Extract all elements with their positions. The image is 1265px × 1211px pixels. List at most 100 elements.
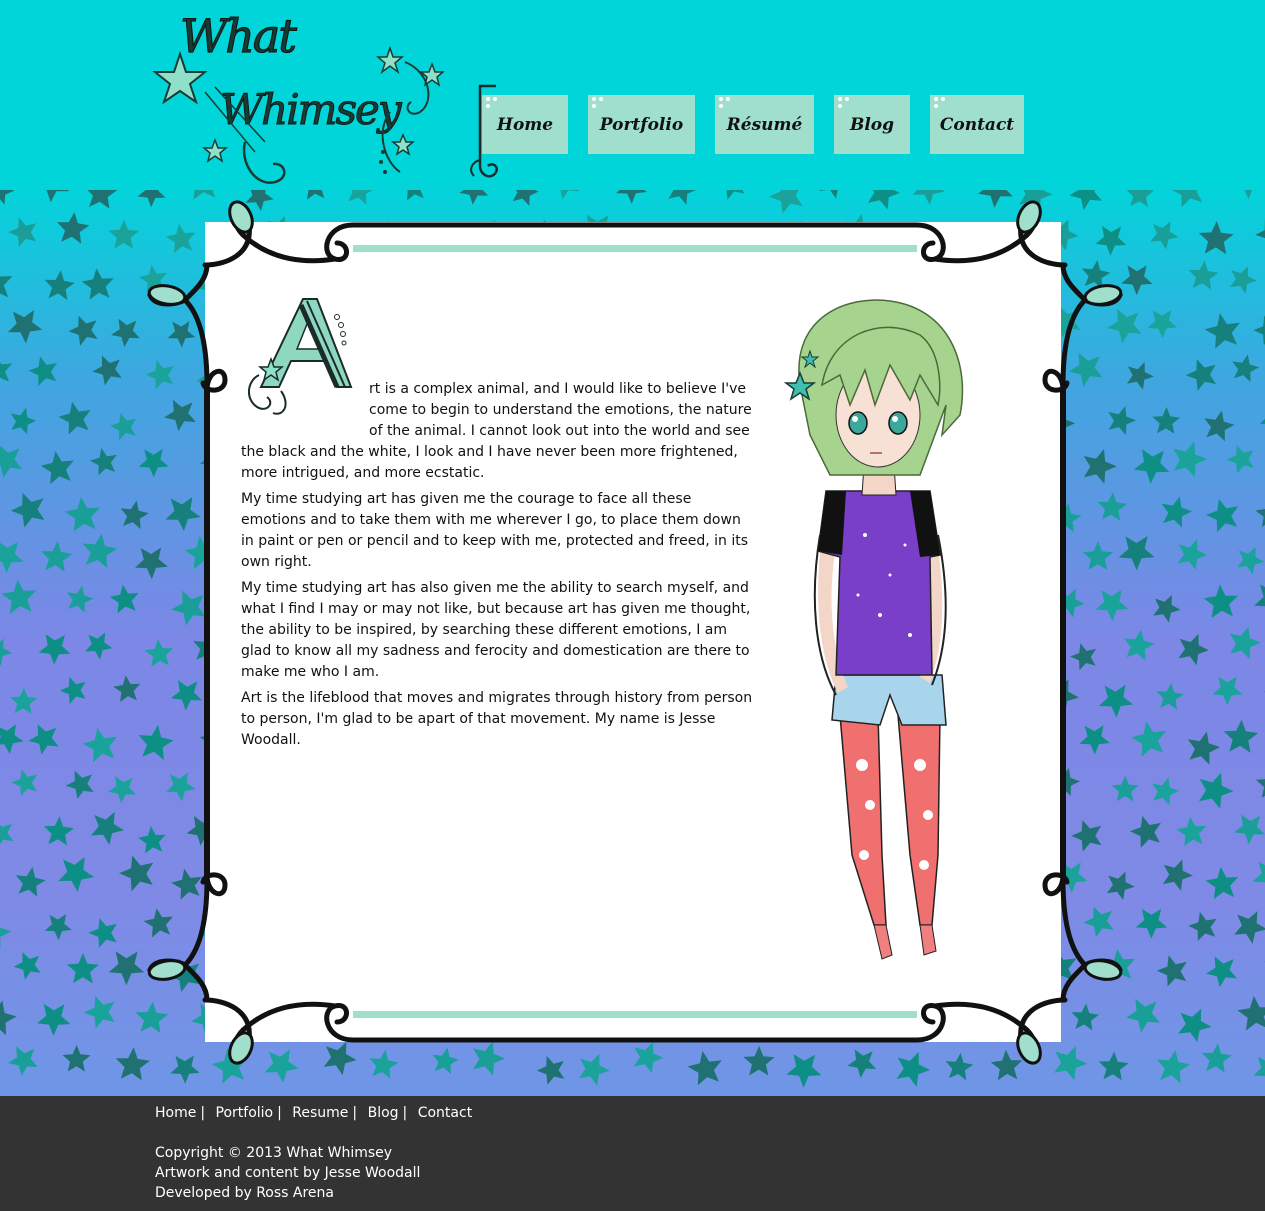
background-star [58,856,95,892]
footer-credits: Copyright © 2013 What Whimsey Artwork an… [155,1143,420,1203]
character-illustration [770,295,980,965]
background-star [10,492,45,528]
background-star [0,823,14,845]
background-star [264,1049,299,1083]
background-star [1118,536,1155,571]
background-star [1123,629,1155,661]
footer-copyright: Copyright © 2013 What Whimsey [155,1145,393,1161]
background-star [138,449,169,478]
background-star [92,355,122,386]
background-star [0,541,24,574]
background-star [1178,1008,1212,1043]
footer-link-contact[interactable]: Contact [418,1105,472,1121]
background-star [1083,449,1117,484]
footer-link-home[interactable]: Home [155,1105,196,1121]
background-star [1232,354,1260,383]
background-star [171,590,206,626]
background-star [1071,820,1102,852]
background-star [1152,407,1181,434]
background-star [1068,352,1103,387]
background-star [1156,955,1187,987]
background-star [1156,1050,1191,1084]
footer-separator: | [277,1105,282,1121]
nav-contact[interactable]: Contact [930,95,1024,154]
background-star [1106,871,1135,901]
background-star [1205,866,1239,900]
background-star [1127,362,1154,390]
background-star [67,953,99,984]
svg-text:Whimsey: Whimsey [220,85,403,134]
article-paragraph-4: Art is the lifeblood that moves and migr… [241,690,753,748]
background-star [1156,682,1184,710]
background-star [28,724,59,755]
background-star [1095,589,1129,622]
background-star [1153,594,1181,623]
background-star [1111,775,1139,802]
article-paragraph-3: My time studying art has also given me t… [241,580,751,680]
background-star [896,1051,931,1087]
footer-separator: | [402,1105,408,1121]
background-star [108,951,145,986]
background-star [990,1049,1023,1081]
background-star [1081,260,1111,289]
nav-contact-label: Contact [939,114,1015,135]
background-star [1147,310,1178,339]
background-star [164,399,196,432]
background-star [1226,445,1254,474]
nav-resume[interactable]: Résumé [715,95,814,154]
background-star [1133,449,1170,484]
nav-home[interactable]: Home [482,95,568,154]
nav-portfolio[interactable]: Portfolio [588,95,695,154]
background-star [1205,956,1237,988]
footer-link-blog[interactable]: Blog [368,1105,399,1121]
background-star [578,1053,610,1086]
background-star [1203,584,1238,618]
background-star [82,727,117,763]
background-star [211,1048,247,1084]
background-star [62,1044,91,1072]
background-star [109,412,137,441]
background-star [1255,508,1265,527]
background-star [15,866,46,897]
background-star [1237,546,1265,575]
background-star [36,1003,71,1036]
background-star [91,811,124,845]
background-star [1187,731,1221,765]
footer-link-resume[interactable]: Resume [292,1105,348,1121]
article-paragraph-2: My time studying art has given me the co… [241,491,749,570]
background-star [1185,359,1217,391]
site-logo[interactable]: What Whimsey [145,2,450,192]
nav-resume-label: Résumé [726,114,803,135]
background-star [472,1041,506,1076]
background-star [1071,1003,1100,1031]
background-star [1173,441,1208,478]
background-star [85,632,113,660]
background-star [1229,266,1257,294]
footer-link-portfolio[interactable]: Portfolio [216,1105,274,1121]
background-star [1237,995,1265,1031]
footer-separator: | [352,1105,358,1121]
article-body: A rt is a complex animal, and I would li… [241,295,757,756]
background-star [67,585,94,613]
background-star [0,361,13,382]
nav-home-label: Home [496,114,554,135]
background-star [1,579,37,614]
background-star [57,212,90,244]
background-star [1135,908,1168,939]
background-star [139,264,167,293]
background-star [1234,814,1265,845]
background-star [65,770,94,800]
background-star [1131,721,1167,757]
background-star [847,1049,877,1078]
background-star [1204,313,1240,349]
background-star [108,219,140,249]
background-star [1177,539,1208,570]
background-star [137,826,166,854]
background-star [43,816,74,846]
background-star [115,1047,150,1081]
background-star [1212,676,1243,706]
nav-blog[interactable]: Blog [834,95,910,154]
background-star [83,995,115,1029]
background-star [1259,418,1265,424]
background-star [111,318,140,348]
